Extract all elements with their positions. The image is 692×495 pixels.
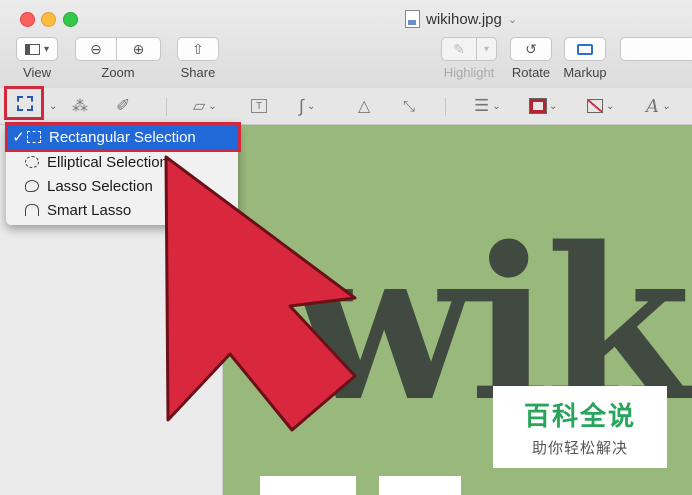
chevron-down-icon: ⌄ [492,100,501,112]
share-label: Share [180,65,216,80]
zoom-out-button[interactable]: ⊖ [75,37,117,61]
instant-alpha-tool[interactable]: ⁂ [72,95,88,117]
share-button[interactable]: ⇧ [177,37,219,61]
view-menu-button[interactable]: ▾ [16,37,58,61]
search-field[interactable] [620,37,692,61]
window-title-text: wikihow.jpg [426,10,502,28]
chevron-down-icon: ⌄ [306,100,316,112]
highlight-label: Highlight [443,65,495,80]
smart-lasso-icon [25,204,39,216]
rotate-label: Rotate [511,65,551,80]
border-color-tool[interactable]: ⌄ [529,95,558,117]
line-style-icon: ☰ [474,96,490,115]
chevron-down-icon: ⌄ [208,100,217,112]
rotate-left-icon: ↺ [525,40,537,57]
shapes-tool[interactable]: ▱ ⌄ [193,95,217,117]
minimize-window-button[interactable] [41,12,56,27]
watermark-subtitle: 助你轻松解决 [531,440,628,457]
adjust-color-icon: △ [358,98,371,115]
selection-tools-menu: ✓ Rectangular Selection Elliptical Selec… [5,122,241,225]
rectangular-selection-icon [27,131,41,143]
elliptical-selection-icon [25,156,39,168]
zoom-out-icon: ⊖ [90,40,102,57]
image-white-block [379,476,461,495]
rotate-button[interactable]: ↺ [510,37,552,61]
menu-item-label: Elliptical Selection [47,153,168,171]
markup-label: Markup [563,65,607,80]
close-window-button[interactable] [20,12,35,27]
sketch-tool[interactable]: ✐ [116,95,130,117]
chevron-down-icon: ⌄ [549,100,558,112]
sidebar-icon [24,43,40,55]
text-tool[interactable]: T [251,95,267,117]
rectangular-selection-icon [17,96,33,111]
highlight-options-button[interactable]: ▾ [477,37,497,61]
markup-toolbar: ⌄ ⁂ ✐ ▱ ⌄ T ∫ ⌄ △ ⤡ ☰ ⌄ ⌄ ⌄ A ⌄ [0,88,692,125]
preview-window: wikihow.jpg ⌄ ▾ View ⊖ ⊕ Zoom ⇧ Share ✎ [0,0,692,495]
toolbar-divider [166,98,167,116]
highlight-segmented-control: ✎ ▾ [441,37,497,61]
view-label: View [23,65,51,80]
zoom-window-button[interactable] [63,12,78,27]
chevron-down-icon: ▾ [43,43,50,55]
watermark-title: 百科全说 [523,401,636,431]
chevron-down-icon: ⌄ [662,100,671,112]
menu-item-label: Rectangular Selection [49,128,196,146]
window-title[interactable]: wikihow.jpg ⌄ [405,9,517,29]
toolbox-icon [577,43,593,55]
shape-style-tool[interactable]: ☰ ⌄ [474,95,501,117]
lasso-selection-icon [25,180,39,192]
menu-item-lasso-selection[interactable]: Lasso Selection [6,174,238,198]
chevron-down-icon: ▾ [483,43,490,55]
text-style-icon: A [646,95,659,117]
no-fill-icon [587,99,603,113]
menu-item-rectangular-selection[interactable]: ✓ Rectangular Selection [5,122,241,152]
share-icon: ⇧ [192,40,204,57]
toolbar-divider [445,98,446,116]
adjust-color-tool[interactable]: △ [358,95,370,117]
fill-color-tool[interactable]: ⌄ [587,95,614,117]
border-color-icon [529,98,547,114]
text-box-icon: T [251,99,267,113]
shapes-icon: ▱ [193,98,206,115]
watermark-logo: 百科全说 助你轻松解决 [493,386,667,468]
zoom-in-icon: ⊕ [132,40,145,57]
menu-item-label: Lasso Selection [47,177,153,195]
selection-tools-menu-button[interactable]: ⌄ [46,95,57,117]
zoom-label: Zoom [101,65,135,80]
menu-item-smart-lasso[interactable]: Smart Lasso [6,198,238,222]
checkmark-icon: ✓ [12,129,25,146]
zoom-segmented-control: ⊖ ⊕ [75,37,161,61]
image-white-block [260,476,356,495]
text-style-tool[interactable]: A ⌄ [646,95,670,117]
chevron-down-icon: ⌄ [507,13,518,26]
menu-item-label: Smart Lasso [47,201,132,219]
signature-icon: ∫ [299,95,304,116]
chevron-down-icon: ⌄ [606,100,615,112]
chevron-down-icon: ⌄ [49,100,58,112]
sketch-pen-icon: ✐ [116,96,131,115]
magic-wand-icon: ⁂ [72,98,88,115]
highlight-button[interactable]: ✎ [441,37,477,61]
resize-icon: ⤡ [403,97,416,115]
highlighter-icon: ✎ [453,40,465,57]
menu-item-elliptical-selection[interactable]: Elliptical Selection [6,150,238,174]
zoom-in-button[interactable]: ⊕ [117,37,161,61]
sign-tool[interactable]: ∫ ⌄ [299,95,315,117]
markup-button[interactable] [564,37,606,61]
rectangular-selection-tool-button[interactable] [4,86,44,120]
adjust-size-tool[interactable]: ⤡ [403,95,415,117]
image-file-icon [405,10,420,28]
title-bar: wikihow.jpg ⌄ ▾ View ⊖ ⊕ Zoom ⇧ Share ✎ [0,0,692,89]
